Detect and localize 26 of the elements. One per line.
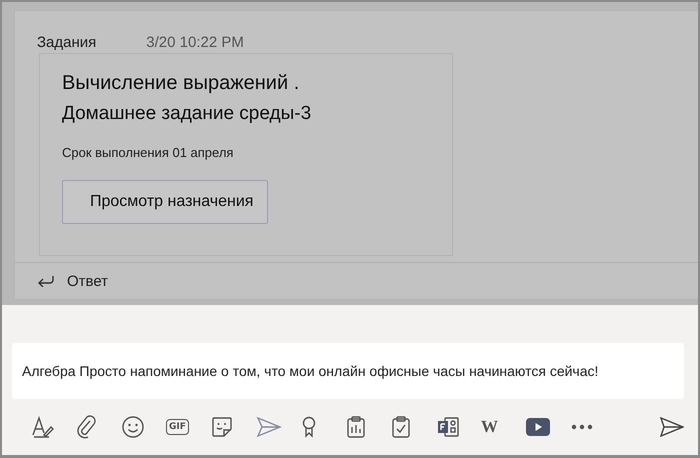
sticker-icon [211,416,233,438]
clipboard-chart-icon [346,415,366,439]
gif-button[interactable]: GIF [166,412,211,442]
paper-plane-icon [256,416,282,438]
format-icon [31,415,55,439]
channel-name: Задания [37,34,96,51]
view-assignment-button[interactable]: Просмотр назначения [62,180,268,224]
timestamp: 3/20 10:22 PM [146,34,244,51]
send-icon [660,417,684,437]
ribbon-icon [301,416,317,438]
emoji-icon [121,415,145,439]
reply-link[interactable]: Ответ [67,272,108,290]
send-button[interactable] [660,417,684,437]
due-date: Срок выполнения 01 апреля [62,145,234,160]
video-play-icon [526,418,550,436]
assignment-subtitle: Домашнее задание среды-3 [62,103,312,125]
assignment-title: Вычисление выражений . [62,72,300,95]
reply-arrow-icon [37,275,55,287]
wiki-button[interactable]: W [481,412,526,442]
wiki-icon: W [481,417,498,437]
forms-icon [436,416,460,438]
more-icon [571,424,593,430]
paperclip-icon [76,415,98,439]
message-input[interactable]: Алгебра Просто напоминание о том, что мои онлайн офисные часы начинаются сейчас! [12,343,684,399]
gif-icon: GIF [166,419,189,435]
clipboard-check-icon [391,415,411,439]
